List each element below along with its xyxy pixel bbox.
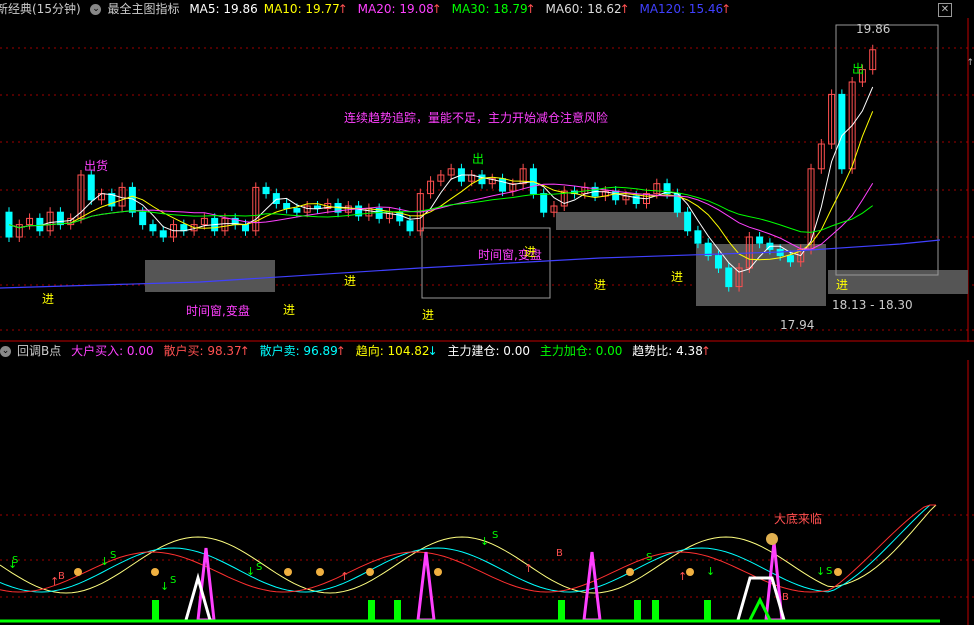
b-marker: B bbox=[58, 571, 65, 582]
indicator-name[interactable]: 最全主图指标 bbox=[107, 2, 179, 16]
hand-icon bbox=[316, 568, 324, 576]
s-marker: S bbox=[110, 550, 117, 561]
close-icon[interactable]: ✕ bbox=[938, 3, 952, 17]
spike-marker bbox=[582, 551, 602, 622]
hand-icon bbox=[834, 568, 842, 576]
out-label: 出 bbox=[852, 62, 865, 76]
s-marker: S bbox=[492, 530, 499, 541]
arrow-icon: ↓ bbox=[706, 565, 715, 578]
main-build-bar bbox=[634, 600, 641, 620]
side-arrow-icon[interactable]: ↑ bbox=[966, 58, 974, 68]
arrow-icon: ↓ bbox=[160, 580, 169, 593]
main-indicator-header: 新经典(15分钟) ⌄ 最全主图指标 MA5: 19.86 MA10: 19.77↑… bbox=[0, 0, 974, 18]
spike-marker bbox=[416, 551, 436, 622]
enter-label: 进 bbox=[594, 278, 607, 292]
retail-sell-value: 散户卖: 96.89 bbox=[259, 344, 338, 358]
b-marker: B bbox=[782, 592, 789, 603]
b-marker: B bbox=[556, 548, 563, 559]
ma30-value: MA30: 18.79 bbox=[451, 2, 528, 16]
money-bag-icon bbox=[766, 533, 778, 545]
high-price-label: 19.86 bbox=[856, 22, 891, 36]
big-buy-value: 大户买入: 0.00 bbox=[71, 344, 154, 358]
hand-icon bbox=[151, 568, 159, 576]
indicator-chart: ↓↑↓↓↓ ↑↓↑↑ ↓ ↓ bbox=[0, 360, 974, 625]
chart-window: { "top": { "title": "新经典(15分钟)", "indica… bbox=[0, 0, 974, 625]
enter-label: 进 bbox=[836, 278, 849, 292]
sub-indicator-header: ⌄ 回调B点 大户买入: 0.00 散户买: 98.37↑ 散户卖: 96.89↑… bbox=[0, 344, 711, 358]
out-label: 出 bbox=[472, 152, 485, 166]
main-build-bar bbox=[652, 600, 659, 620]
arrow-icon: ↓ bbox=[480, 535, 489, 548]
s-marker: S bbox=[826, 566, 833, 577]
hand-icon bbox=[366, 568, 374, 576]
s-marker: S bbox=[646, 552, 653, 563]
arrow-icon: ↓ bbox=[816, 565, 825, 578]
arrow-icon: ↑ bbox=[340, 570, 349, 583]
main-build-bar bbox=[394, 600, 401, 620]
s-marker: S bbox=[170, 575, 177, 586]
enter-label: 进 bbox=[344, 274, 357, 288]
warning-text: 连续趋势追踪，量能不足，主力开始减仓注意风险 bbox=[344, 111, 609, 125]
main-add-value: 主力加仓: 0.00 bbox=[539, 344, 623, 358]
main-build-bar bbox=[704, 600, 711, 620]
trend-ratio-value: 趋势比: 4.38 bbox=[632, 344, 703, 358]
collapse-icon[interactable]: ⌄ bbox=[0, 346, 11, 357]
enter-label: 进 bbox=[422, 308, 435, 322]
enter-label: 进 bbox=[671, 270, 684, 284]
out-goods-label: 出货 bbox=[84, 159, 109, 173]
main-build-bar bbox=[558, 600, 565, 620]
hand-icon bbox=[284, 568, 292, 576]
trend-value: 趋向: 104.82 bbox=[355, 344, 430, 358]
ma20-value: MA20: 19.08 bbox=[357, 2, 434, 16]
hand-icon bbox=[686, 568, 694, 576]
low-price-label: 17.94 bbox=[780, 318, 815, 332]
enter-label: 进 bbox=[524, 245, 537, 259]
hand-icon bbox=[626, 568, 634, 576]
enter-label: 进 bbox=[42, 292, 55, 306]
s-marker: S bbox=[256, 562, 263, 573]
ma60-value: MA60: 18.62 bbox=[545, 2, 622, 16]
main-build-bar bbox=[368, 600, 375, 620]
retail-buy-value: 散户买: 98.37 bbox=[163, 344, 242, 358]
bottom-coming-label: 大底来临 bbox=[774, 512, 823, 526]
ma10-value: MA10: 19.77 bbox=[263, 2, 340, 16]
sub-indicator-name[interactable]: 回调B点 bbox=[17, 344, 61, 358]
arrow-icon: ↓ bbox=[246, 565, 255, 578]
hand-icon bbox=[434, 568, 442, 576]
ma5-value: MA5: 19.86 bbox=[189, 2, 258, 16]
collapse-icon[interactable]: ⌄ bbox=[90, 4, 102, 15]
enter-label: 进 bbox=[283, 303, 296, 317]
arrow-icon: ↓ bbox=[100, 555, 109, 568]
arrow-icon: ↑ bbox=[524, 562, 533, 575]
s-marker: S bbox=[12, 555, 19, 566]
ma120-value: MA120: 15.46 bbox=[639, 2, 724, 16]
turn-window-label: 时间窗,变盘 bbox=[186, 304, 250, 318]
main-build-bar bbox=[152, 600, 159, 620]
main-build-value: 主力建仓: 0.00 bbox=[447, 344, 531, 358]
arrow-icon: ↑ bbox=[678, 570, 687, 583]
range-label: 18.13 - 18.30 bbox=[832, 298, 913, 312]
stock-title: 新经典(15分钟) bbox=[0, 2, 81, 16]
hand-icon bbox=[74, 568, 82, 576]
